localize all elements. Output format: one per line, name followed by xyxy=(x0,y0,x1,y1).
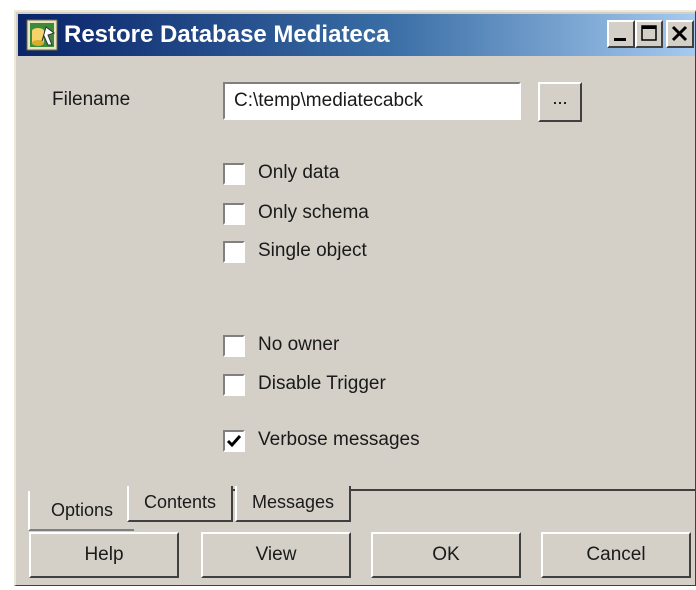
verbose-messages-label: Verbose messages xyxy=(258,429,420,450)
checkbox-box[interactable] xyxy=(223,203,245,225)
tab-contents[interactable]: Contents xyxy=(127,486,233,522)
tab-messages[interactable]: Messages xyxy=(235,486,351,522)
filename-label: Filename xyxy=(52,89,131,110)
database-restore-icon xyxy=(26,19,58,51)
browse-button[interactable]: ... xyxy=(538,82,582,122)
minimize-button[interactable] xyxy=(607,20,635,48)
tab-options[interactable]: Options xyxy=(28,491,134,531)
close-button[interactable] xyxy=(666,20,694,48)
minimize-icon xyxy=(614,38,626,41)
disable-trigger-label: Disable Trigger xyxy=(258,373,386,394)
checkbox-box[interactable] xyxy=(223,163,245,185)
checkmark-icon xyxy=(226,435,242,448)
maximize-icon xyxy=(641,25,657,41)
title-bar[interactable]: Restore Database Mediateca xyxy=(18,14,695,56)
checkbox-box[interactable] xyxy=(223,241,245,263)
only-data-label: Only data xyxy=(258,162,340,183)
filename-input[interactable]: C:\temp\mediatecabck xyxy=(223,82,521,120)
view-button[interactable]: View xyxy=(201,532,351,578)
only-schema-label: Only schema xyxy=(258,202,369,223)
help-button[interactable]: Help xyxy=(29,532,179,578)
ok-button[interactable]: OK xyxy=(371,532,521,578)
checkbox-box[interactable] xyxy=(223,335,245,357)
checkbox-box[interactable] xyxy=(223,430,245,452)
window-title: Restore Database Mediateca xyxy=(64,21,390,48)
no-owner-label: No owner xyxy=(258,334,340,355)
restore-dialog: Restore Database Mediateca Filename C:\t… xyxy=(14,10,696,586)
close-icon xyxy=(671,25,688,42)
maximize-button[interactable] xyxy=(635,20,663,48)
single-object-label: Single object xyxy=(258,240,367,261)
checkbox-box[interactable] xyxy=(223,374,245,396)
cancel-button[interactable]: Cancel xyxy=(541,532,691,578)
